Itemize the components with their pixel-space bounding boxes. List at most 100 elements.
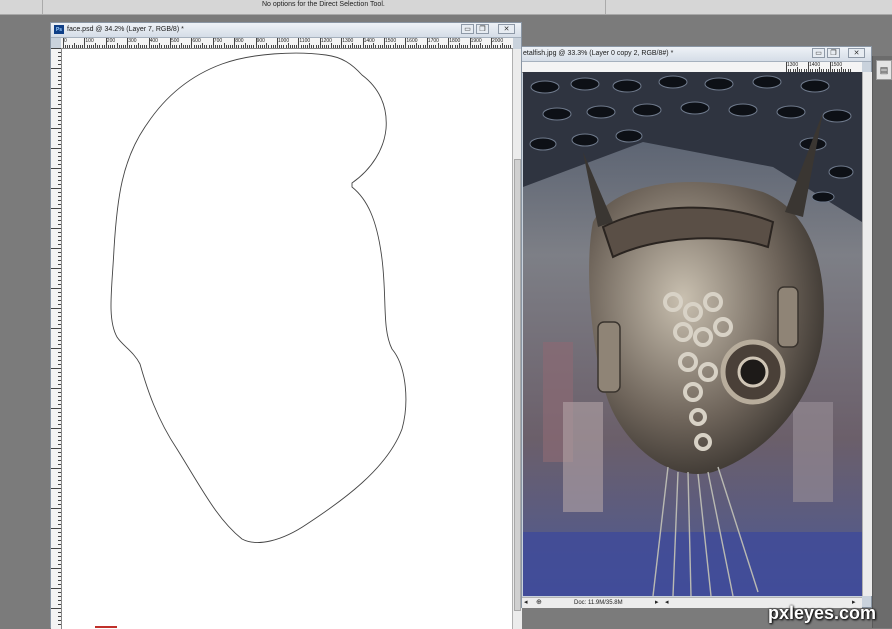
ruler-tick: [58, 612, 61, 613]
document-titlebar[interactable]: etalfish.jpg @ 33.3% (Layer 0 copy 2, RG…: [522, 47, 871, 62]
ruler-tick: [473, 45, 475, 48]
ruler-tick: [204, 45, 206, 48]
ruler-number: 100: [85, 38, 94, 44]
ruler-tick: [120, 45, 122, 48]
ruler-number: 300: [128, 38, 137, 44]
ruler-tick: [172, 45, 174, 48]
zoom-icon[interactable]: ⊕: [536, 598, 542, 608]
minimize-button[interactable]: ▭: [812, 48, 825, 58]
ruler-tick: [375, 45, 377, 48]
ruler-tick: [371, 45, 373, 48]
ruler-tick: [189, 45, 191, 48]
ruler-tick: [240, 45, 242, 48]
arrow-left-icon[interactable]: ◂: [524, 598, 528, 608]
restore-button[interactable]: ❐: [476, 24, 489, 34]
ruler-tick: [482, 45, 484, 48]
ruler-tick: [58, 156, 61, 157]
document-canvas[interactable]: [62, 49, 512, 629]
ruler-tick: [51, 588, 61, 589]
ruler-tick: [82, 45, 84, 48]
ruler-tick: [238, 45, 240, 48]
restore-button[interactable]: ❐: [827, 48, 840, 58]
ruler-tick: [131, 45, 133, 48]
ruler-tick: [58, 436, 61, 437]
ruler-tick: [58, 124, 61, 125]
ruler-tick: [58, 360, 61, 361]
ruler-tick: [88, 45, 90, 48]
ruler-tick: [317, 45, 319, 48]
ruler-tick: [51, 208, 61, 209]
ruler-tick: [51, 328, 61, 329]
ruler-tick: [58, 480, 61, 481]
arrow-right-icon[interactable]: ▸: [655, 598, 659, 608]
options-separator: [605, 0, 606, 14]
document-titlebar[interactable]: Ps face.psd @ 34.2% (Layer 7, RGB/8) * ▭…: [51, 23, 521, 38]
document-window-metalfish[interactable]: etalfish.jpg @ 33.3% (Layer 0 copy 2, RG…: [521, 46, 872, 608]
ruler-tick: [58, 556, 61, 557]
ruler-tick: [86, 45, 88, 48]
ruler-tick: [58, 600, 61, 601]
ruler-tick: [58, 520, 61, 521]
ruler-tick: [58, 624, 61, 625]
close-button[interactable]: ✕: [848, 48, 865, 58]
ruler-tick: [122, 45, 124, 48]
ruler-tick: [58, 100, 61, 101]
ruler-tick: [58, 60, 61, 61]
ruler-tick: [58, 232, 61, 233]
ruler-tick: [148, 38, 150, 48]
vertical-ruler[interactable]: [51, 48, 62, 629]
ruler-tick: [58, 352, 61, 353]
arrow-left-icon[interactable]: ◂: [665, 598, 669, 608]
horizontal-ruler[interactable]: 0 100 200 300 400 500 600 700 800 900 1000 1100 1200…: [61, 38, 513, 49]
ruler-tick: [69, 45, 71, 48]
ruler-tick: [281, 45, 283, 48]
document-title: face.psd @ 34.2% (Layer 7, RGB/8) *: [67, 26, 184, 33]
document-window-face[interactable]: Ps face.psd @ 34.2% (Layer 7, RGB/8) * ▭…: [50, 22, 522, 629]
ruler-tick: [503, 45, 505, 48]
ruler-tick: [197, 45, 199, 48]
ruler-tick: [458, 43, 460, 48]
tool-options-message: No options for the Direct Selection Tool…: [262, 1, 385, 8]
minimize-button[interactable]: ▭: [461, 24, 474, 34]
ruler-tick: [67, 45, 69, 48]
ruler-tick: [58, 264, 61, 265]
ruler-tick: [51, 248, 61, 249]
ruler-tick: [58, 56, 61, 57]
ruler-tick: [364, 45, 366, 48]
ruler-tick: [127, 38, 129, 48]
ruler-number: 900: [256, 38, 265, 44]
ruler-tick: [508, 45, 510, 48]
ruler-tick: [304, 45, 306, 48]
ruler-tick: [51, 548, 61, 549]
scrollbar-thumb[interactable]: [514, 159, 521, 611]
ruler-tick: [476, 45, 478, 48]
ruler-tick: [463, 45, 465, 48]
vertical-scrollbar[interactable]: [862, 72, 872, 596]
ruler-tick: [58, 236, 61, 237]
panel-toggle-icon[interactable]: ▤: [876, 60, 892, 80]
ruler-tick: [193, 45, 195, 48]
ruler-tick: [58, 292, 61, 293]
ruler-tick: [491, 38, 492, 48]
ruler-tick: [221, 45, 223, 48]
ruler-tick: [51, 228, 61, 229]
ruler-tick: [369, 45, 371, 48]
ruler-tick: [174, 45, 176, 48]
ruler-tick: [786, 62, 787, 72]
ruler-tick: [420, 45, 422, 48]
metal-fish-sculpture-photo[interactable]: [523, 72, 862, 596]
ruler-tick: [324, 45, 326, 48]
ruler-tick: [51, 348, 61, 349]
ruler-tick: [247, 45, 249, 48]
ruler-tick: [452, 45, 454, 48]
close-button[interactable]: ✕: [498, 24, 515, 34]
ruler-tick: [394, 43, 396, 48]
ruler-tick: [313, 45, 315, 48]
ruler-tick: [58, 132, 61, 133]
ruler-tick: [58, 64, 61, 65]
face-outline-path[interactable]: [62, 49, 512, 629]
ruler-tick: [373, 43, 375, 48]
ruler-tick: [362, 38, 364, 48]
ruler-tick: [279, 45, 281, 48]
ruler-tick: [379, 45, 381, 48]
